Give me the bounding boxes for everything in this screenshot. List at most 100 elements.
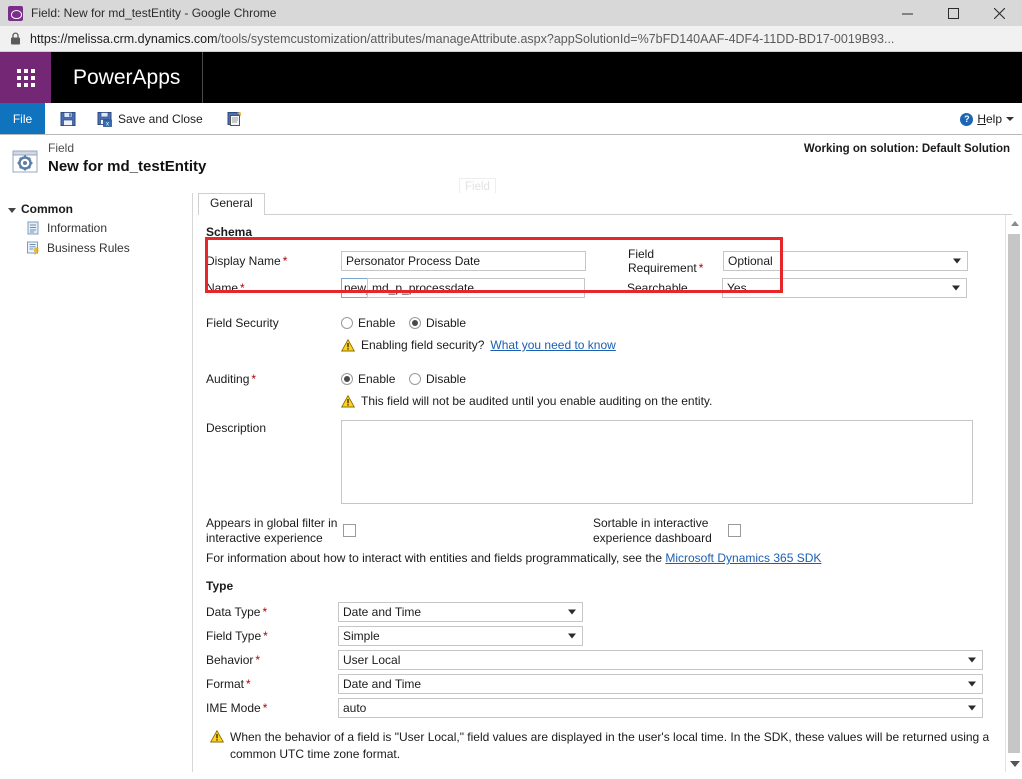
radio-icon-selected — [409, 316, 421, 329]
format-value: Date and Time — [343, 677, 422, 691]
description-textarea[interactable] — [341, 420, 973, 504]
auditing-enable-label: Enable — [358, 371, 396, 386]
field-security-warning: Enabling field security? What you need t… — [341, 338, 1005, 363]
field-type-row: Field Type * Simple — [206, 624, 1005, 648]
warning-icon — [341, 339, 355, 352]
save-and-close-label: Save and Close — [118, 111, 203, 126]
auditing-label: Auditing * — [206, 371, 257, 386]
lock-icon — [11, 32, 20, 45]
sidebar-item-label: Business Rules — [47, 241, 130, 255]
save-and-close-button[interactable]: x Save and Close — [94, 109, 206, 129]
nav-group-common[interactable]: Common — [0, 200, 192, 218]
ime-mode-select[interactable]: auto — [338, 698, 983, 718]
new-field-button[interactable] — [224, 109, 251, 129]
field-security-enable-radio[interactable]: Enable — [341, 316, 409, 330]
global-filter-checkbox[interactable] — [343, 524, 356, 537]
maximize-icon[interactable] — [930, 0, 976, 26]
chevron-down-icon — [953, 258, 961, 263]
chevron-down-icon — [1006, 117, 1014, 121]
auditing-disable-radio[interactable]: Disable — [409, 372, 466, 386]
save-and-close-icon: x — [97, 111, 112, 127]
sdk-note-text: For information about how to interact wi… — [206, 551, 662, 565]
radio-icon — [341, 316, 353, 329]
information-icon — [26, 221, 40, 235]
chevron-down-icon — [8, 207, 16, 213]
name-input[interactable] — [367, 278, 585, 298]
body-area: Common Information Business Rules Genera… — [0, 193, 1022, 772]
radio-icon-selected — [341, 372, 353, 385]
close-icon[interactable] — [976, 0, 1022, 26]
save-icon — [60, 111, 76, 126]
chevron-up-icon — [1010, 221, 1019, 226]
window-controls — [884, 0, 1022, 26]
chevron-down-icon — [952, 285, 960, 291]
page-kicker: Field — [48, 141, 75, 155]
ime-mode-label: IME Mode * — [206, 701, 268, 715]
chevron-down-icon — [968, 705, 976, 711]
behavior-note-line2: time zone format. — [307, 747, 401, 761]
data-type-row: Data Type * Date and Time — [206, 600, 1005, 624]
scroll-down-button[interactable] — [1006, 755, 1022, 772]
help-menu[interactable]: ? Help — [960, 103, 1014, 135]
powerapps-brand-label[interactable]: PowerApps — [51, 52, 204, 103]
sdk-link[interactable]: Microsoft Dynamics 365 SDK — [665, 551, 821, 565]
scrollbar-thumb[interactable] — [1008, 234, 1020, 753]
sidebar-item-label: Information — [47, 221, 108, 235]
display-name-input[interactable] — [341, 250, 586, 271]
warning-icon — [341, 395, 355, 408]
solution-context-label: Working on solution: Default Solution — [803, 143, 1010, 155]
tab-general[interactable]: General — [198, 193, 265, 215]
sdk-note-row: For information about how to interact wi… — [206, 551, 1005, 565]
sidebar-item-information[interactable]: Information — [0, 218, 192, 238]
ime-mode-row: IME Mode * auto — [206, 696, 1005, 720]
field-requirement-select[interactable]: Optional — [723, 250, 968, 271]
save-button[interactable] — [57, 109, 84, 129]
behavior-value: User Local — [343, 653, 401, 667]
page-header: Field New for md_testEntity Working on s… — [0, 135, 1022, 193]
type-section-title: Type — [206, 579, 234, 593]
minimize-icon[interactable] — [884, 0, 930, 26]
browser-address-bar[interactable]: https://melissa.crm.dynamics.com/tools/s… — [0, 26, 1022, 52]
business-rules-icon — [26, 241, 40, 255]
sidebar-item-business-rules[interactable]: Business Rules — [0, 238, 192, 258]
sortable-label: Sortable in interactive experience dashb… — [593, 516, 712, 545]
app-launcher-icon[interactable] — [0, 52, 51, 103]
url-path: /tools/systemcustomization/attributes/ma… — [217, 31, 895, 46]
behavior-select[interactable]: User Local — [338, 650, 983, 670]
chevron-down-icon — [568, 609, 576, 615]
auditing-enable-radio[interactable]: Enable — [341, 372, 409, 386]
ime-mode-value: auto — [343, 701, 367, 715]
field-security-help-link[interactable]: What you need to know — [490, 338, 615, 352]
name-prefix-input[interactable]: new_ — [341, 278, 373, 298]
form-vertical-scrollbar[interactable] — [1005, 215, 1022, 772]
format-select[interactable]: Date and Time — [338, 674, 983, 694]
chevron-down-icon — [968, 657, 976, 663]
help-icon: ? — [960, 112, 974, 126]
scroll-up-button[interactable] — [1006, 215, 1022, 232]
file-tab-button[interactable]: File — [0, 103, 45, 134]
global-filter-label: Appears in global filter in interactive … — [206, 516, 338, 545]
sortable-checkbox[interactable] — [728, 524, 741, 537]
page-title: New for md_testEntity — [48, 158, 207, 175]
command-ribbon: File x Save and Close ? Help — [0, 103, 1022, 135]
name-label: Name * — [206, 281, 245, 295]
chevron-down-icon — [568, 633, 576, 639]
url-text: https://melissa.crm.dynamics.com/tools/s… — [30, 32, 894, 46]
svg-text:x: x — [106, 121, 109, 127]
interactive-options-row: Appears in global filter in interactive … — [206, 516, 1005, 554]
field-security-disable-radio[interactable]: Disable — [409, 316, 466, 330]
data-type-select[interactable]: Date and Time — [338, 602, 583, 622]
field-security-label: Field Security — [206, 315, 279, 330]
powerapps-favicon-icon — [8, 5, 23, 21]
warning-icon — [210, 730, 224, 743]
field-type-select[interactable]: Simple — [338, 626, 583, 646]
searchable-select[interactable]: Yes — [722, 278, 967, 298]
data-type-label: Data Type * — [206, 605, 268, 619]
description-label: Description — [206, 421, 267, 435]
field-type-value: Simple — [343, 629, 380, 643]
field-security-warning-text: Enabling field security? — [361, 338, 485, 352]
searchable-label: Searchable — [627, 281, 688, 295]
field-security-row: Field Security Enable Disable — [206, 307, 1005, 338]
behavior-label: Behavior * — [206, 653, 261, 667]
auditing-warning-text: This field will not be audited until you… — [361, 394, 713, 408]
